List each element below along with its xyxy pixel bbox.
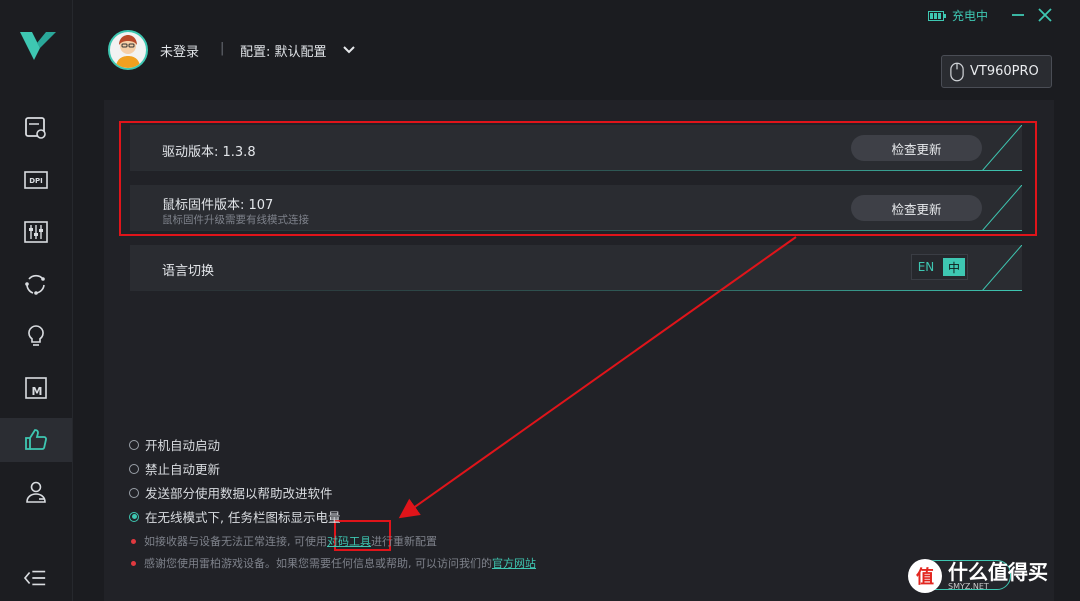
option-disable-update[interactable]: 禁止自动更新 bbox=[129, 459, 220, 478]
lightbulb-icon bbox=[28, 325, 44, 346]
pairing-note-after: 进行重新配置 bbox=[371, 535, 437, 548]
annotation-box-versions bbox=[119, 121, 1037, 236]
thanks-note: 感谢您使用雷柏游戏设备。如果您需要任何信息或帮助, 可以访问我们的官方网站 bbox=[131, 555, 536, 571]
minimize-icon bbox=[1012, 14, 1024, 16]
chevron-down-icon[interactable] bbox=[342, 42, 356, 56]
language-label: 语言切换 bbox=[162, 264, 215, 279]
sidebar-item-macro[interactable]: M bbox=[0, 366, 72, 410]
official-site-link[interactable]: 官方网站 bbox=[492, 557, 536, 570]
bullet-dot bbox=[131, 538, 136, 544]
config-selector-label[interactable]: 配置: 默认配置 bbox=[240, 41, 327, 60]
pairing-note-before: 如接收器与设备无法正常连接, 可使用 bbox=[144, 535, 327, 548]
sidebar-item-lighting[interactable] bbox=[0, 314, 72, 358]
watermark: 值 什么值得买 SMYZ.NET bbox=[908, 556, 1073, 596]
sidebar-item-user[interactable] bbox=[0, 470, 72, 514]
svg-text:M: M bbox=[32, 385, 43, 398]
radio-auto-start[interactable] bbox=[129, 439, 139, 450]
sidebar-item-dpi[interactable]: DPI bbox=[0, 158, 72, 202]
radio-disable-update[interactable] bbox=[129, 463, 139, 474]
watermark-logo: 值 bbox=[908, 559, 942, 593]
battery-icon bbox=[928, 10, 946, 21]
dpi-icon: DPI bbox=[24, 171, 48, 189]
v-logo-icon bbox=[18, 26, 58, 66]
device-name: VT960PRO bbox=[970, 64, 1039, 79]
thumbs-up-icon bbox=[25, 429, 47, 450]
radio-send-usage-data[interactable] bbox=[129, 487, 139, 498]
collapse-sidebar-button[interactable] bbox=[22, 566, 50, 590]
thanks-note-before: 感谢您使用雷柏游戏设备。如果您需要任何信息或帮助, 可以访问我们的 bbox=[144, 557, 492, 570]
option-send-usage-data-label: 发送部分使用数据以帮助改进软件 bbox=[145, 486, 333, 501]
sidebar-item-display[interactable] bbox=[0, 106, 72, 150]
avatar[interactable] bbox=[108, 30, 148, 70]
header-separator: | bbox=[220, 41, 225, 56]
user-avatar-icon bbox=[116, 35, 140, 68]
option-battery-tray[interactable]: 在无线模式下, 任务栏图标显示电量 bbox=[129, 507, 340, 526]
minimize-button[interactable] bbox=[1009, 6, 1027, 24]
radio-battery-tray[interactable] bbox=[129, 511, 139, 522]
equalizer-icon bbox=[24, 221, 48, 243]
option-auto-start-label: 开机自动启动 bbox=[145, 438, 221, 453]
sidebar-item-equalizer[interactable] bbox=[0, 210, 72, 254]
language-toggle[interactable]: EN 中 bbox=[911, 254, 968, 280]
pairing-note: 如接收器与设备无法正常连接, 可使用对码工具进行重新配置 bbox=[131, 533, 437, 549]
option-auto-start[interactable]: 开机自动启动 bbox=[129, 435, 220, 454]
card-corner-accent bbox=[982, 245, 1022, 291]
sidebar-item-like[interactable] bbox=[0, 418, 72, 462]
svg-text:DPI: DPI bbox=[29, 177, 43, 185]
login-status[interactable]: 未登录 bbox=[160, 41, 199, 60]
refresh-sync-icon bbox=[25, 274, 45, 295]
display-settings-icon bbox=[25, 117, 46, 139]
user-settings-icon bbox=[26, 481, 46, 503]
device-selector-button[interactable]: VT960PRO bbox=[941, 55, 1052, 88]
watermark-text: 什么值得买 bbox=[948, 559, 1048, 584]
close-icon bbox=[1038, 8, 1052, 22]
language-option-zh[interactable]: 中 bbox=[943, 258, 965, 276]
option-send-usage-data[interactable]: 发送部分使用数据以帮助改进软件 bbox=[129, 483, 333, 502]
macro-icon: M bbox=[25, 377, 47, 399]
option-battery-tray-label: 在无线模式下, 任务栏图标显示电量 bbox=[145, 510, 341, 525]
charging-status: 充电中 bbox=[928, 7, 988, 24]
mouse-icon bbox=[950, 62, 964, 81]
language-option-en[interactable]: EN bbox=[912, 260, 940, 274]
collapse-menu-icon bbox=[23, 570, 46, 586]
sidebar-item-sync[interactable] bbox=[0, 262, 72, 306]
bullet-dot bbox=[131, 560, 136, 566]
close-button[interactable] bbox=[1036, 6, 1054, 24]
language-card: 语言切换 bbox=[130, 245, 1022, 291]
charging-text: 充电中 bbox=[952, 9, 989, 23]
option-disable-update-label: 禁止自动更新 bbox=[145, 462, 221, 477]
pairing-tool-link[interactable]: 对码工具 bbox=[327, 535, 371, 548]
sidebar: DPI M bbox=[0, 0, 73, 601]
